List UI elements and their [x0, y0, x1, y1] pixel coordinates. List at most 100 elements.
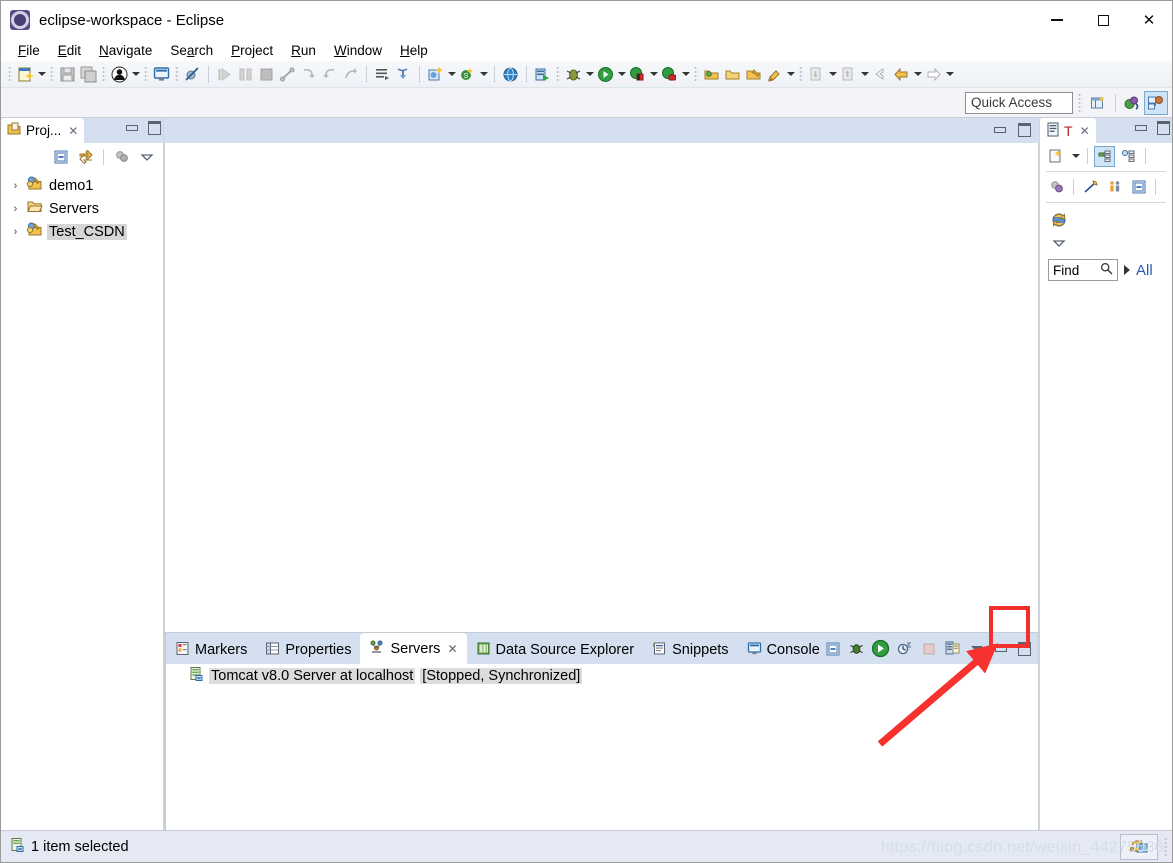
run-on-server-icon[interactable] — [532, 64, 553, 85]
new-task-dropdown-icon[interactable] — [1070, 146, 1081, 166]
all-filter-link[interactable]: All — [1136, 262, 1153, 279]
run-dropdown-icon[interactable] — [616, 64, 627, 84]
coverage-dropdown-icon[interactable] — [648, 64, 659, 84]
focus-on-active-task-icon[interactable] — [111, 147, 132, 168]
close-icon[interactable]: ✕ — [1080, 124, 1090, 138]
tab-markers[interactable]: Markers — [166, 636, 256, 664]
tree-item-demo1[interactable]: › ! demo1 — [1, 174, 163, 197]
tab-task-list[interactable]: T ✕ — [1040, 118, 1096, 143]
publish-icon[interactable] — [393, 64, 414, 85]
user-icon[interactable] — [109, 64, 130, 85]
new-class-dropdown-icon[interactable] — [478, 64, 489, 84]
maximize-icon[interactable] — [147, 121, 161, 135]
view-menu-icon[interactable] — [1048, 232, 1069, 253]
user-dropdown-icon[interactable] — [130, 64, 141, 84]
tree-item-test-csdn[interactable]: › ! Test_CSDN — [1, 220, 163, 243]
tab-data-source-explorer[interactable]: Data Source Explorer — [467, 636, 644, 664]
menu-file[interactable]: FFileile — [9, 41, 49, 60]
menu-run[interactable]: Run — [282, 41, 325, 60]
menu-window[interactable]: Window — [325, 41, 391, 60]
chevron-right-icon[interactable] — [1124, 265, 1130, 275]
drop-to-frame-icon[interactable] — [372, 64, 393, 85]
toolbar-grip[interactable] — [175, 65, 179, 83]
show-task-hierarchy-icon[interactable] — [1104, 177, 1125, 198]
back-icon[interactable] — [891, 64, 912, 85]
tab-project-explorer[interactable]: Proj... ✕ — [1, 118, 85, 143]
menu-project[interactable]: Project — [222, 41, 282, 60]
toolbar-grip[interactable] — [102, 65, 106, 83]
debug-icon[interactable] — [563, 64, 584, 85]
open-task-icon[interactable] — [743, 64, 764, 85]
open-perspective-icon[interactable] — [1087, 91, 1111, 115]
new-task-icon[interactable] — [1046, 146, 1067, 167]
forward-dropdown-icon[interactable] — [944, 64, 955, 84]
minimize-icon[interactable] — [991, 639, 1010, 658]
chevron-right-icon[interactable]: › — [9, 203, 22, 215]
new-java-project-icon[interactable] — [425, 64, 446, 85]
coverage-icon[interactable] — [627, 64, 648, 85]
scheduled-view-icon[interactable] — [1118, 146, 1139, 167]
toolbar-grip[interactable] — [799, 65, 803, 83]
maximize-icon[interactable] — [1015, 639, 1034, 658]
menu-search[interactable]: Search — [161, 41, 222, 60]
find-input[interactable]: Find — [1048, 259, 1118, 281]
open-type-icon[interactable] — [701, 64, 722, 85]
tab-servers[interactable]: Servers ✕ — [360, 633, 467, 664]
debug-server-icon[interactable] — [847, 639, 866, 658]
debug-dropdown-icon[interactable] — [584, 64, 595, 84]
maximize-button[interactable] — [1080, 1, 1126, 39]
toolbar-grip[interactable] — [144, 65, 148, 83]
collapse-all-icon[interactable] — [823, 639, 842, 658]
back-dropdown-icon[interactable] — [912, 64, 923, 84]
chevron-right-icon[interactable]: › — [9, 226, 22, 238]
search-icon[interactable] — [764, 64, 785, 85]
view-menu-icon[interactable] — [967, 639, 986, 658]
open-resource-icon[interactable] — [722, 64, 743, 85]
quick-access-input[interactable]: Quick Access — [965, 91, 1073, 114]
publish-server-icon[interactable] — [943, 639, 962, 658]
link-with-editor-icon[interactable] — [75, 147, 96, 168]
save-all-icon[interactable] — [78, 64, 99, 85]
maximize-icon[interactable] — [1156, 121, 1170, 135]
close-icon[interactable]: ✕ — [68, 124, 78, 138]
search-dropdown-icon[interactable] — [785, 64, 796, 84]
minimize-icon[interactable] — [993, 123, 1007, 137]
collapse-all-icon[interactable] — [50, 147, 71, 168]
new-java-project-dropdown-icon[interactable] — [446, 64, 457, 84]
tab-snippets[interactable]: Snippets — [643, 636, 737, 664]
toolbar-grip[interactable] — [694, 65, 698, 83]
search-icon[interactable] — [1100, 262, 1113, 278]
categorized-view-icon[interactable] — [1094, 145, 1115, 167]
clear-filter-icon[interactable] — [1080, 177, 1101, 198]
console-view-icon[interactable] — [151, 64, 172, 85]
next-annotation-dropdown-icon[interactable] — [827, 64, 838, 84]
tab-console[interactable]: Console — [738, 636, 829, 664]
close-button[interactable]: ✕ — [1126, 1, 1172, 39]
minimize-button[interactable] — [1034, 1, 1080, 39]
new-wizard-icon[interactable] — [15, 64, 36, 85]
toolbar-grip[interactable] — [8, 65, 12, 83]
profile-dropdown-icon[interactable] — [680, 64, 691, 84]
maximize-icon[interactable] — [1017, 123, 1031, 137]
open-web-browser-icon[interactable] — [500, 64, 521, 85]
synchronize-changed-icon[interactable] — [1048, 209, 1069, 230]
close-icon[interactable]: ✕ — [447, 642, 457, 656]
skip-breakpoints-icon[interactable] — [182, 64, 203, 85]
minimize-icon[interactable] — [125, 121, 139, 135]
new-wizard-dropdown-icon[interactable] — [36, 64, 47, 84]
menu-navigate[interactable]: Navigate — [90, 41, 161, 60]
profile-icon[interactable] — [659, 64, 680, 85]
toolbar-grip[interactable] — [50, 65, 54, 83]
chevron-right-icon[interactable]: › — [9, 180, 22, 192]
focus-on-workweek-icon[interactable] — [1046, 177, 1067, 198]
previous-annotation-dropdown-icon[interactable] — [859, 64, 870, 84]
new-class-icon[interactable]: S — [457, 64, 478, 85]
server-list-row[interactable]: Tomcat v8.0 Server at localhost [Stopped… — [166, 664, 1038, 688]
menu-edit[interactable]: Edit — [49, 41, 90, 60]
profile-server-icon[interactable] — [895, 639, 914, 658]
minimize-icon[interactable] — [1134, 121, 1148, 135]
save-icon[interactable] — [57, 64, 78, 85]
collapse-all-icon[interactable] — [1128, 177, 1149, 198]
perspective-grip[interactable] — [1078, 92, 1082, 113]
tree-item-servers[interactable]: › Servers — [1, 197, 163, 220]
